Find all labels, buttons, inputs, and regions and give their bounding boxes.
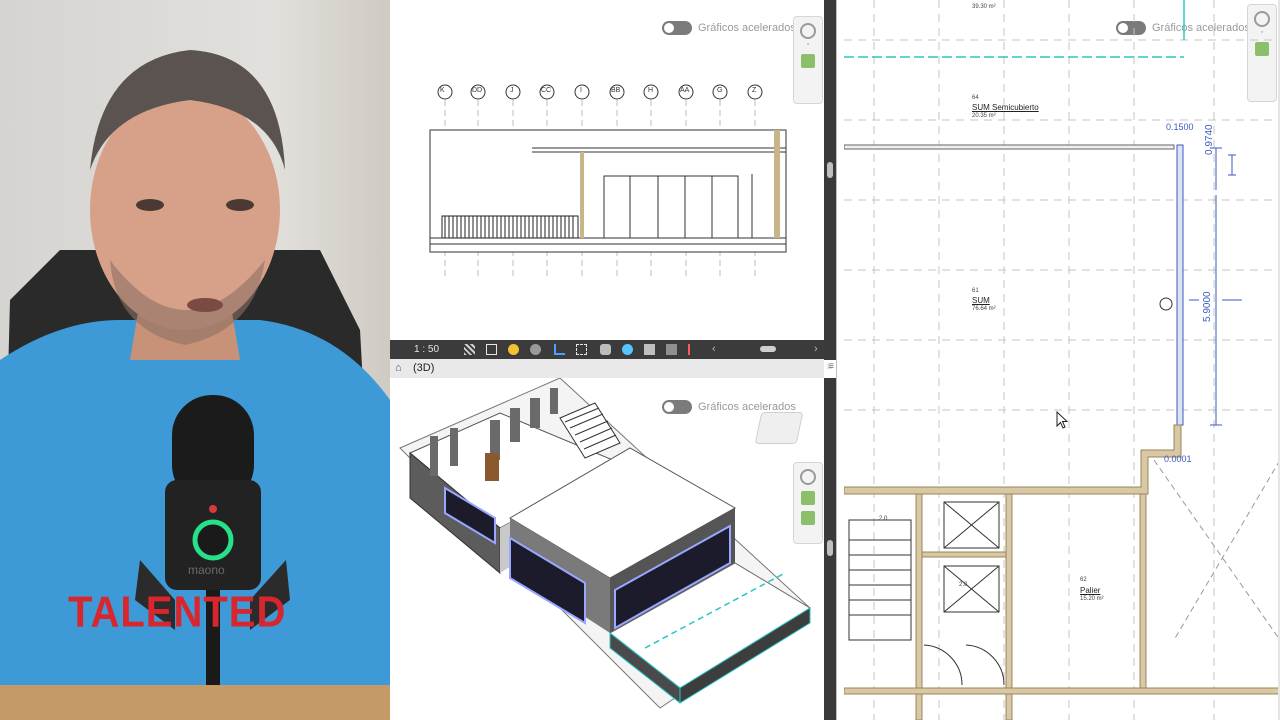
3d-view[interactable]: Gráficos acelerados [390, 378, 824, 720]
grid-label-h: H [648, 87, 654, 94]
room-62-name: Palier [1080, 586, 1101, 595]
top-room-area: 39.30 m² [972, 4, 996, 10]
reveal-hidden-icon[interactable] [644, 344, 655, 355]
show-crop-region-icon[interactable] [576, 344, 587, 355]
webcam-feed: TALENTED maono [0, 0, 390, 720]
3d-panel-menu-icon[interactable]: ≡ [826, 361, 836, 373]
room-62-number: 62 [1080, 577, 1087, 583]
shadows-icon[interactable] [530, 344, 541, 355]
grid-label-cc: CC [541, 87, 552, 94]
grid-label-dd: DD [472, 87, 483, 94]
crop-view-icon[interactable] [554, 344, 565, 355]
3d-model-drawing [399, 378, 811, 709]
grid-label-k: K [440, 87, 445, 94]
grid-label-z: Z [752, 87, 757, 94]
mouse-cursor-icon [1056, 411, 1069, 429]
room-64-name: SUM Semicubierto [972, 103, 1039, 112]
dimension-0-1500[interactable]: 0.1500 [1166, 122, 1194, 132]
view-control-bar[interactable]: 1 : 50 ‹ › [390, 340, 824, 359]
3d-view-header[interactable]: ⌂ (3D) ≡ [390, 359, 834, 379]
elevation-drawing [429, 84, 787, 280]
floor-plan-drawing [844, 0, 1280, 720]
elevation-scrollbar[interactable] [824, 0, 836, 360]
elevator-label: 2.0 [959, 582, 968, 588]
dimension-0-0001[interactable]: 0.0001 [1164, 454, 1192, 464]
mic-brand-text: maono [188, 563, 225, 577]
scroll-thumb[interactable] [827, 540, 833, 556]
sun-path-icon[interactable] [508, 344, 519, 355]
highlight-displacement-icon[interactable] [688, 344, 699, 355]
visual-style-icon[interactable] [486, 344, 497, 355]
grid-label-aa: AA [680, 87, 690, 94]
grid-label-g: G [717, 87, 723, 94]
horizontal-scroll-thumb[interactable] [760, 346, 776, 352]
room-62-area: 15.20 m² [1080, 596, 1104, 602]
chevron-right-icon[interactable]: › [814, 344, 825, 355]
grid-label-i: I [580, 87, 582, 94]
grid-label-bb: BB [611, 87, 621, 94]
stair-label: 2.0 [879, 516, 888, 522]
dimension-0-9740[interactable]: 0.9740 [1204, 124, 1215, 155]
grid-label-j: J [510, 87, 514, 94]
floor-plan-view[interactable]: Gráficos acelerados ◦ 39.30 m² 64 SUM Se… [844, 0, 1280, 720]
elevation-view[interactable]: Gráficos acelerados ◦ K DD J CC I BB H A… [390, 0, 824, 340]
room-64-number: 64 [972, 95, 979, 101]
3d-view-scrollbar[interactable] [824, 378, 836, 720]
room-64-area: 20.35 m² [972, 113, 996, 119]
shirt-text: TALENTED [68, 587, 287, 637]
temporary-hide-icon[interactable] [622, 344, 633, 355]
dimension-5-9000[interactable]: 5.9000 [1202, 291, 1213, 322]
3d-view-title: (3D) [413, 362, 435, 374]
room-61-number: 61 [972, 288, 979, 294]
analytical-model-icon[interactable] [666, 344, 677, 355]
detail-level-icon[interactable] [464, 344, 475, 355]
room-61-area: 76.64 m² [972, 306, 996, 312]
room-61-name: SUM [972, 296, 990, 305]
chevron-left-icon[interactable]: ‹ [712, 344, 723, 355]
home-icon[interactable]: ⌂ [395, 362, 402, 374]
unlocked-3d-icon[interactable] [600, 344, 611, 355]
view-scale[interactable]: 1 : 50 [414, 344, 439, 355]
scroll-thumb[interactable] [827, 162, 833, 178]
